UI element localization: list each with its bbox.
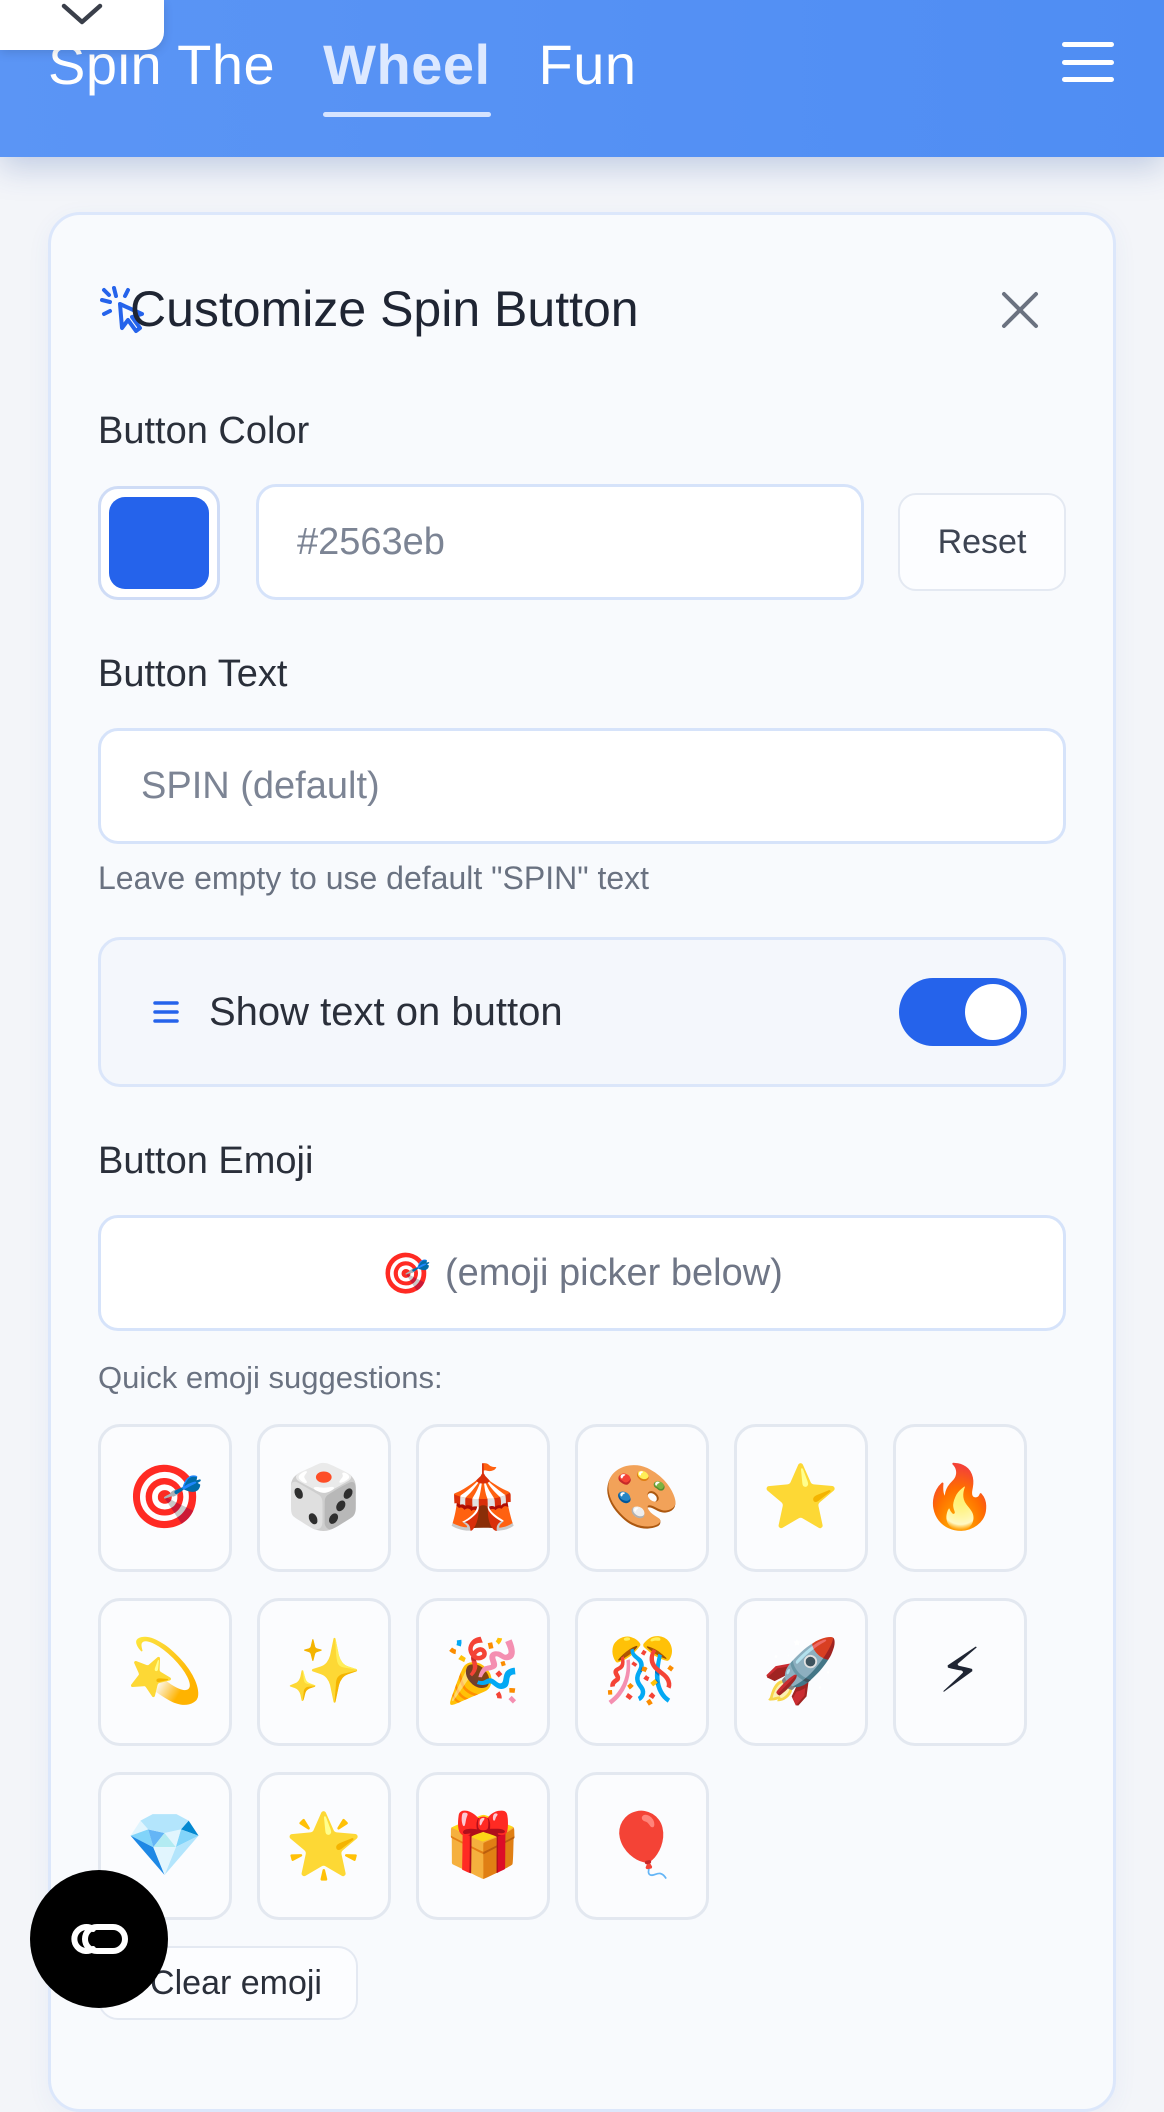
emoji-suggestion-button[interactable]: 🎉 (416, 1598, 550, 1746)
button-text-input[interactable]: SPIN (default) (98, 728, 1066, 844)
toggle-knob (965, 984, 1021, 1040)
chevron-down-icon (61, 3, 103, 25)
button-text-placeholder: SPIN (default) (141, 764, 380, 807)
emoji-suggestion-button[interactable]: 🔥 (893, 1424, 1027, 1572)
color-swatch (109, 497, 209, 589)
brand-wheel: Wheel (323, 32, 491, 117)
reset-button[interactable]: Reset (898, 493, 1066, 591)
show-text-toggle[interactable] (899, 978, 1027, 1046)
emoji-suggestions-label: Quick emoji suggestions: (98, 1360, 443, 1395)
menu-icon[interactable] (1062, 42, 1114, 82)
emoji-suggestion-button[interactable]: 🎁 (416, 1772, 550, 1920)
color-swatch-picker[interactable] (98, 486, 220, 600)
emoji-suggestion-button[interactable]: 🎲 (257, 1424, 391, 1572)
emoji-suggestion-button[interactable]: 🎪 (416, 1424, 550, 1572)
emoji-suggestion-button[interactable]: ✨ (257, 1598, 391, 1746)
emoji-suggestion-button[interactable]: ⭐ (734, 1424, 868, 1572)
panel-title: Customize Spin Button (130, 281, 639, 337)
emoji-suggestion-button[interactable]: 🚀 (734, 1598, 868, 1746)
close-icon[interactable] (1000, 290, 1040, 330)
co-fab-button[interactable] (30, 1870, 168, 2008)
co-icon (71, 1924, 128, 1954)
emoji-suggestion-button[interactable]: 🎨 (575, 1424, 709, 1572)
emoji-suggestion-button[interactable]: 🌟 (257, 1772, 391, 1920)
current-emoji: 🎯 (381, 1251, 431, 1296)
show-text-label: Show text on button (209, 990, 563, 1034)
emoji-suggestion-button[interactable]: 🎊 (575, 1598, 709, 1746)
hex-color-placeholder: #2563eb (297, 520, 445, 563)
emoji-suggestion-button[interactable]: ⚡ (893, 1598, 1027, 1746)
text-lines-icon (153, 1001, 179, 1023)
emoji-suggestion-button[interactable]: 🎯 (98, 1424, 232, 1572)
collapse-toggle[interactable] (0, 0, 164, 50)
button-text-label: Button Text (98, 653, 288, 695)
app-header: Spin The Wheel Fun (0, 0, 1164, 157)
button-color-label: Button Color (98, 410, 310, 452)
show-text-card: Show text on button (98, 937, 1066, 1087)
emoji-suggestion-button[interactable]: 💫 (98, 1598, 232, 1746)
hex-color-input[interactable]: #2563eb (256, 484, 864, 600)
button-emoji-label: Button Emoji (98, 1140, 314, 1182)
button-text-hint: Leave empty to use default "SPIN" text (98, 860, 650, 896)
brand-fun: Fun (538, 32, 637, 96)
emoji-input[interactable]: 🎯 (emoji picker below) (98, 1215, 1066, 1331)
emoji-suggestion-button[interactable]: 🎈 (575, 1772, 709, 1920)
emoji-input-placeholder: (emoji picker below) (444, 1251, 783, 1294)
